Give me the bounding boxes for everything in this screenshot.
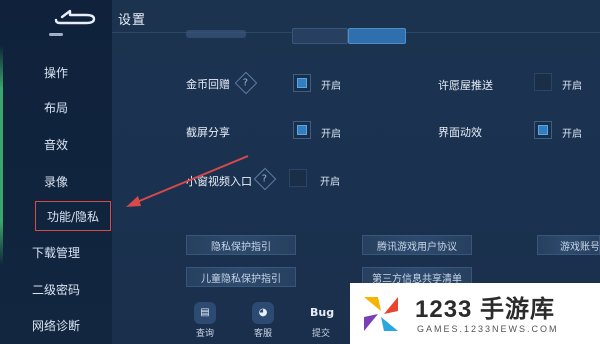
sidebar-item-sound[interactable]: 音效: [0, 129, 112, 159]
mini-window-label: 小窗视频入口: [186, 175, 252, 188]
sidebar-item-label: 音效: [43, 137, 68, 152]
screenshot-share-state: 开启: [321, 129, 341, 140]
sidebar-item-label: 功能/隐私: [46, 209, 100, 224]
help-icon[interactable]: ?: [234, 71, 258, 95]
coin-reward-label: 金币回赠: [186, 78, 230, 91]
partial-text-stub: [49, 32, 63, 36]
ui-animation-state: 开启: [562, 129, 582, 140]
partial-segment-on[interactable]: [348, 28, 406, 44]
back-arrow-icon: [54, 9, 96, 25]
sidebar-item-label: 操作: [43, 65, 68, 80]
bug-icon: Bug: [310, 306, 335, 319]
help-icon[interactable]: ?: [253, 167, 277, 191]
sidebar-item-label: 网络诊断: [31, 318, 80, 333]
watermark-title: 1233 手游库: [415, 296, 556, 323]
bug-submit-button[interactable]: Bug 提交: [306, 302, 336, 339]
partial-segment-off[interactable]: [292, 28, 348, 44]
coin-reward-checkbox[interactable]: [293, 74, 311, 92]
sidebar-item-function-privacy[interactable]: 功能/隐私: [35, 201, 111, 231]
wish-push-checkbox[interactable]: [534, 73, 552, 91]
query-button[interactable]: ▤ 查询: [190, 302, 220, 339]
game-account-button[interactable]: 游戏账号: [537, 235, 600, 255]
privacy-guide-button[interactable]: 隐私保护指引: [186, 235, 296, 255]
sidebar-item-label: 布局: [43, 100, 68, 115]
watermark: 1233 手游库 GAMES.1233NEWS.COM: [350, 283, 600, 344]
screenshot-share-checkbox[interactable]: [293, 121, 311, 139]
sidebar-item-operation[interactable]: 操作: [0, 57, 112, 87]
sidebar-item-layout[interactable]: 布局: [0, 92, 112, 122]
query-label: 查询: [195, 329, 214, 339]
sidebar-item-recording[interactable]: 录像: [0, 166, 112, 196]
watermark-logo-icon: [364, 297, 398, 331]
sidebar-item-label: 录像: [43, 174, 68, 189]
sidebar-item-secondary-password[interactable]: 二级密码: [0, 274, 112, 304]
mini-window-state: 开启: [320, 177, 340, 188]
coin-reward-state: 开启: [321, 81, 341, 92]
ui-animation-checkbox[interactable]: [534, 121, 552, 139]
child-privacy-button[interactable]: 儿童隐私保护指引: [186, 267, 296, 287]
submit-label: 提交: [311, 329, 330, 339]
tencent-agreement-button[interactable]: 腾讯游戏用户协议: [362, 235, 472, 255]
sidebar-item-network-diagnosis[interactable]: 网络诊断: [0, 310, 112, 340]
watermark-url: GAMES.1233NEWS.COM: [417, 324, 559, 334]
ui-animation-label: 界面动效: [438, 126, 482, 139]
page-title: 设置: [118, 13, 147, 28]
back-button[interactable]: [52, 6, 100, 28]
sidebar: 操作 布局 音效 录像 功能/隐私 下载管理 二级密码 网络诊断: [0, 0, 112, 344]
sidebar-item-label: 二级密码: [31, 282, 80, 297]
cat-mascot-icon: ◕: [252, 302, 274, 324]
mini-window-checkbox[interactable]: [289, 169, 307, 187]
sidebar-item-download[interactable]: 下载管理: [0, 237, 112, 267]
screenshot-share-label: 截屏分享: [186, 126, 230, 139]
service-label: 客服: [253, 329, 272, 339]
wish-push-label: 许愿屋推送: [438, 79, 493, 92]
document-query-icon: ▤: [194, 302, 216, 324]
service-button[interactable]: ◕ 客服: [248, 302, 278, 339]
sidebar-item-label: 下载管理: [31, 245, 80, 260]
wish-push-state: 开启: [562, 81, 582, 92]
sidebar-item-partial[interactable]: [0, 27, 112, 41]
partial-setting-label: [186, 30, 246, 38]
